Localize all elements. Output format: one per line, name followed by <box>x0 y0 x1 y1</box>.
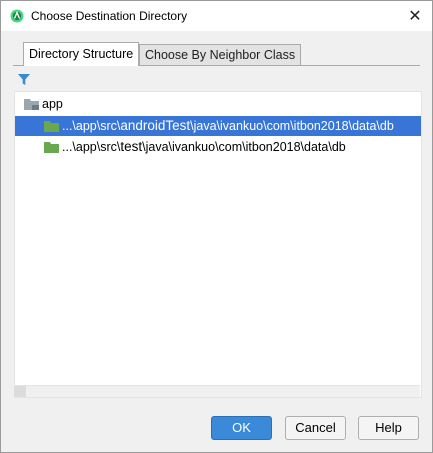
help-button[interactable]: Help <box>358 416 419 440</box>
path-prefix: ...\app\src\ <box>62 119 121 133</box>
scrollbar-thumb[interactable] <box>14 386 26 397</box>
tree-item-label: app <box>42 97 63 111</box>
horizontal-scrollbar[interactable] <box>14 385 420 397</box>
path-suffix: \java\ivankuo\com\itbon2018\data\db <box>190 119 394 133</box>
tab-choose-by-neighbor-class[interactable]: Choose By Neighbor Class <box>139 44 302 66</box>
tree-item-app[interactable]: app <box>15 94 421 114</box>
choose-destination-dialog: Choose Destination Directory ✕ Directory… <box>0 0 433 453</box>
path-suffix: \java\ivankuo\com\itbon2018\data\db <box>142 140 346 154</box>
path-highlight: test <box>120 139 143 154</box>
module-folder-icon <box>24 99 39 110</box>
tree-item-test-db[interactable]: ...\app\src\test\java\ivankuo\com\itbon2… <box>15 137 421 157</box>
tab-directory-structure[interactable]: Directory Structure <box>23 42 140 66</box>
ok-button[interactable]: OK <box>211 416 272 440</box>
cancel-button[interactable]: Cancel <box>285 416 346 440</box>
test-source-folder-icon <box>44 121 59 132</box>
filter-icon[interactable] <box>17 73 31 86</box>
tree-item-path: ...\app\src\androidTest\java\ivankuo\com… <box>62 116 394 136</box>
path-prefix: ...\app\src\ <box>62 140 121 154</box>
window-title: Choose Destination Directory <box>31 9 188 23</box>
test-source-folder-icon <box>44 142 59 153</box>
path-highlight: androidTest <box>120 118 191 133</box>
tree-item-androidtest-db[interactable]: ...\app\src\androidTest\java\ivankuo\com… <box>15 116 421 136</box>
directory-tree[interactable]: app ...\app\src\androidTest\java\ivankuo… <box>14 91 422 398</box>
tree-item-path: ...\app\src\test\java\ivankuo\com\itbon2… <box>62 137 346 157</box>
android-studio-icon <box>10 9 24 23</box>
title-bar[interactable]: Choose Destination Directory ✕ <box>1 1 432 31</box>
close-icon[interactable]: ✕ <box>404 5 426 27</box>
